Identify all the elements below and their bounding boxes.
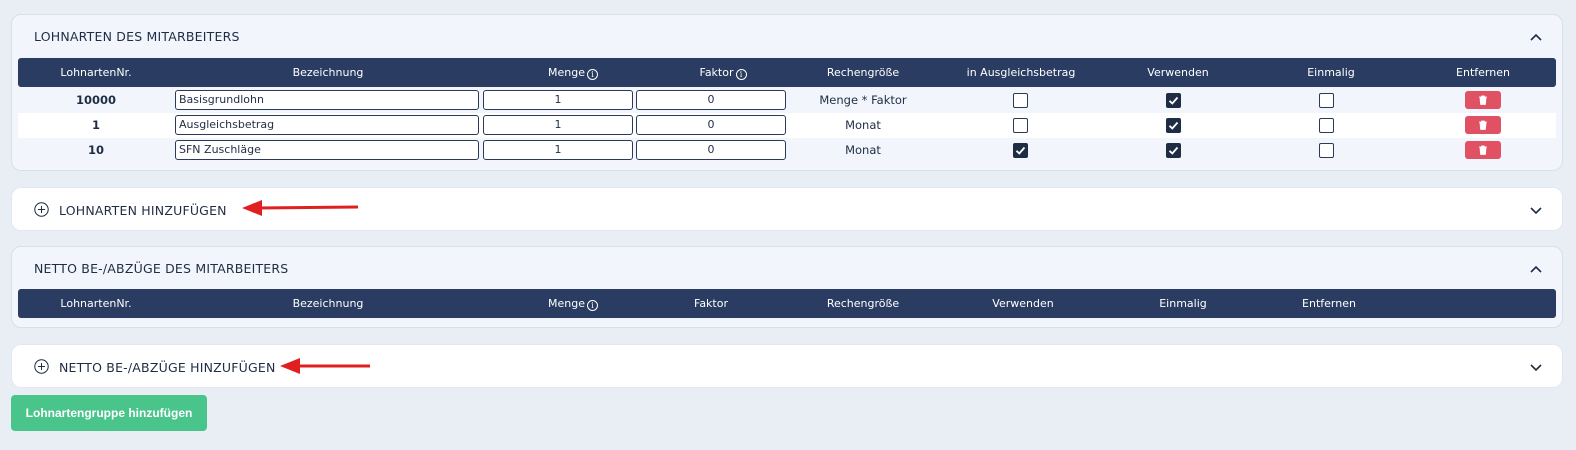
col-header-faktor: Faktor i [658, 58, 788, 87]
rechengroesse-value: Menge * Faktor [819, 93, 907, 107]
lohnart-nr: 1 [91, 118, 100, 132]
chevron-down-icon[interactable] [1528, 202, 1544, 218]
plus-circle-icon [34, 359, 49, 374]
lohnarten-add-card[interactable]: LOHNARTEN HINZUFÜGEN [11, 187, 1563, 231]
trash-icon [1479, 95, 1487, 105]
col-header-bezeichnung: Bezeichnung [292, 66, 364, 79]
col-header-ausgleich: in Ausgleichsbetrag [966, 66, 1076, 79]
col-header-nr: LohnartenNr. [60, 66, 132, 79]
info-icon[interactable]: i [586, 300, 598, 311]
faktor-input[interactable]: 0 [636, 90, 786, 110]
col-header-einmalig: Einmalig [1307, 66, 1355, 79]
bezeichnung-input[interactable]: SFN Zuschläge [175, 140, 479, 160]
ausgleich-checkbox[interactable] [1013, 118, 1028, 133]
menge-input[interactable]: 1 [483, 90, 633, 110]
delete-button[interactable] [1465, 141, 1501, 159]
delete-button[interactable] [1465, 91, 1501, 109]
plus-circle-icon [34, 202, 49, 217]
bezeichnung-input[interactable]: Ausgleichsbetrag [175, 115, 479, 135]
bezeichnung-input[interactable]: Basisgrundlohn [175, 90, 479, 110]
netto-card-title: NETTO BE-/ABZÜGE DES MITARBEITERS [34, 261, 289, 276]
einmalig-checkbox[interactable] [1319, 118, 1334, 133]
lohnarten-card-title: LOHNARTEN DES MITARBEITERS [34, 29, 240, 44]
col-header-entfernen: Entfernen [1456, 66, 1510, 79]
lohnarten-add-label[interactable]: LOHNARTEN HINZUFÜGEN [59, 203, 227, 218]
trash-icon [1479, 145, 1487, 155]
menge-input[interactable]: 1 [483, 115, 633, 135]
chevron-down-icon[interactable] [1528, 359, 1544, 375]
netto-add-label[interactable]: NETTO BE-/ABZÜGE HINZUFÜGEN [59, 360, 276, 375]
lohnarten-table-header: LohnartenNr. Bezeichnung Menge i Faktor i … [18, 58, 1556, 87]
verwenden-checkbox[interactable] [1166, 143, 1181, 158]
col-header-menge-label: Menge [548, 66, 585, 79]
netto-add-card[interactable]: NETTO BE-/ABZÜGE HINZUFÜGEN [11, 344, 1563, 388]
col-header-rechengroesse: Rechengröße [826, 297, 900, 310]
col-header-entfernen: Entfernen [1302, 297, 1356, 310]
verwenden-checkbox[interactable] [1166, 93, 1181, 108]
col-header-verwenden: Verwenden [1147, 66, 1209, 79]
col-header-bezeichnung: Bezeichnung [292, 297, 364, 310]
col-header-menge: Menge i [508, 289, 638, 318]
col-header-faktor: Faktor [694, 297, 728, 310]
table-row: 10000 Basisgrundlohn 1 0 Menge * Faktor [18, 88, 1556, 113]
table-row: 10 SFN Zuschläge 1 0 Monat [18, 138, 1556, 163]
netto-card: NETTO BE-/ABZÜGE DES MITARBEITERS Lohnar… [11, 246, 1563, 328]
chevron-up-icon[interactable] [1528, 29, 1544, 45]
faktor-input[interactable]: 0 [636, 140, 786, 160]
info-icon[interactable]: i [735, 69, 747, 80]
netto-table-header: LohnartenNr. Bezeichnung Menge i Faktor R… [18, 289, 1556, 318]
rechengroesse-value: Monat [845, 143, 881, 157]
einmalig-checkbox[interactable] [1319, 143, 1334, 158]
table-row: 1 Ausgleichsbetrag 1 0 Monat [18, 113, 1556, 138]
chevron-up-icon[interactable] [1528, 261, 1544, 277]
red-arrow-icon [240, 198, 360, 218]
col-header-faktor-label: Faktor [699, 66, 734, 79]
red-arrow-icon [278, 356, 372, 376]
delete-button[interactable] [1465, 116, 1501, 134]
menge-input[interactable]: 1 [483, 140, 633, 160]
col-header-menge-label: Menge [548, 297, 585, 310]
verwenden-checkbox[interactable] [1166, 118, 1181, 133]
add-lohnartengruppe-button[interactable]: Lohnartengruppe hinzufügen [11, 395, 207, 431]
col-header-verwenden: Verwenden [992, 297, 1054, 310]
lohnart-nr: 10 [87, 143, 104, 157]
col-header-menge: Menge i [508, 58, 638, 87]
faktor-input[interactable]: 0 [636, 115, 786, 135]
ausgleich-checkbox[interactable] [1013, 93, 1028, 108]
col-header-nr: LohnartenNr. [60, 297, 132, 310]
col-header-einmalig: Einmalig [1159, 297, 1207, 310]
trash-icon [1479, 120, 1487, 130]
einmalig-checkbox[interactable] [1319, 93, 1334, 108]
col-header-rechengroesse: Rechengröße [826, 66, 900, 79]
rechengroesse-value: Monat [845, 118, 881, 132]
info-icon[interactable]: i [586, 69, 598, 80]
lohnarten-card: LOHNARTEN DES MITARBEITERS LohnartenNr. … [11, 14, 1563, 171]
ausgleich-checkbox[interactable] [1013, 143, 1028, 158]
lohnart-nr: 10000 [75, 93, 116, 107]
